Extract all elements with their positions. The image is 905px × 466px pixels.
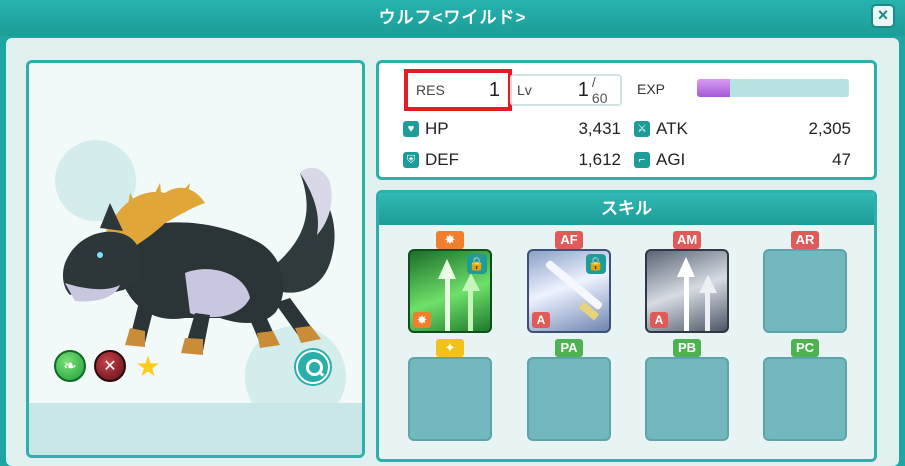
res-field: RES 1 xyxy=(404,69,512,111)
boot-icon: ⌐ xyxy=(634,152,650,168)
level-max: / 60 xyxy=(591,74,608,106)
def-label: DEF xyxy=(425,150,459,169)
skill-slot-tag-pa: PA xyxy=(555,339,583,357)
atk-label: ATK xyxy=(656,119,688,138)
agi-value: 47 xyxy=(832,150,851,169)
skill-slot-8[interactable] xyxy=(763,357,847,441)
skills-header: スキル xyxy=(379,193,874,225)
agi-label: AGI xyxy=(656,150,686,169)
shield-icon: ⛨ xyxy=(403,152,419,168)
skill-slot-tag-am: AM xyxy=(673,231,702,249)
skill-mini-tag: A xyxy=(532,312,550,328)
skill-mini-tag: A xyxy=(650,312,668,328)
res-label: RES xyxy=(416,82,445,98)
level-field: Lv 1 / 60 xyxy=(510,74,622,106)
skill-slot-tag-ar: AR xyxy=(791,231,819,249)
wolf-portrait-image xyxy=(62,167,335,355)
atk-stat: ⚔ ATK xyxy=(634,119,688,139)
hp-stat: ♥ HP xyxy=(403,119,449,139)
skill-slot-6[interactable] xyxy=(527,357,611,441)
lock-icon: 🔒 xyxy=(586,254,606,274)
exp-label: EXP xyxy=(637,81,666,97)
stats-panel: RES 1 Lv 1 / 60 EXP ♥ HP 3,431 ⚔ ATK 2,3… xyxy=(376,60,877,180)
character-portrait-panel xyxy=(26,60,365,458)
sparkle-icon: ✸ xyxy=(436,231,464,249)
skills-grid: ✸ AF AM AR 🔒 ✸ 🔒 A A ✦ PA PB PC xyxy=(379,225,874,459)
skill-slot-7[interactable] xyxy=(645,357,729,441)
magnify-icon[interactable] xyxy=(296,350,330,384)
star-sparkle-icon: ✦ xyxy=(436,339,464,357)
skill-slot-tag-pc: PC xyxy=(791,339,819,357)
heart-icon: ♥ xyxy=(403,121,419,137)
close-button[interactable]: × xyxy=(871,4,895,28)
sword-class-icon[interactable]: ✕ xyxy=(94,350,126,382)
exp-bar xyxy=(697,79,849,97)
level-label: Lv xyxy=(517,82,532,98)
title-text: ウルフ<ワイルド> xyxy=(378,8,527,27)
lock-icon: 🔒 xyxy=(467,254,487,274)
def-stat: ⛨ DEF xyxy=(403,150,459,170)
skills-panel: スキル ✸ AF AM AR 🔒 ✸ 🔒 A A ✦ PA PB PC xyxy=(376,190,877,462)
sparkle-mini-icon: ✸ xyxy=(413,312,431,328)
arrow-up-icon xyxy=(677,257,695,277)
skill-slot-4[interactable] xyxy=(763,249,847,333)
agi-stat: ⌐ AGI xyxy=(634,150,685,170)
wind-element-icon[interactable]: ❧ xyxy=(54,350,86,382)
arrow-up-icon xyxy=(438,259,456,279)
skill-slot-tag-pb: PB xyxy=(673,339,701,357)
level-current: 1 xyxy=(577,78,589,101)
sword-icon: ⚔ xyxy=(634,121,650,137)
star-rarity-icon: ★ xyxy=(135,350,161,382)
skill-slot-2[interactable]: 🔒 A xyxy=(527,249,611,333)
skill-slot-3[interactable]: A xyxy=(645,249,729,333)
hp-label: HP xyxy=(425,119,449,138)
skill-slot-1[interactable]: 🔒 ✸ xyxy=(408,249,492,333)
res-value: 1 xyxy=(488,78,500,101)
skill-slot-5[interactable] xyxy=(408,357,492,441)
atk-value: 2,305 xyxy=(808,119,851,138)
skill-slot-tag-af: AF xyxy=(555,231,583,249)
hp-value: 3,431 xyxy=(578,119,621,138)
window-title: ウルフ<ワイルド> xyxy=(0,0,905,36)
portrait-footer xyxy=(29,403,362,455)
def-value: 1,612 xyxy=(578,150,621,169)
exp-bar-fill xyxy=(697,79,731,97)
